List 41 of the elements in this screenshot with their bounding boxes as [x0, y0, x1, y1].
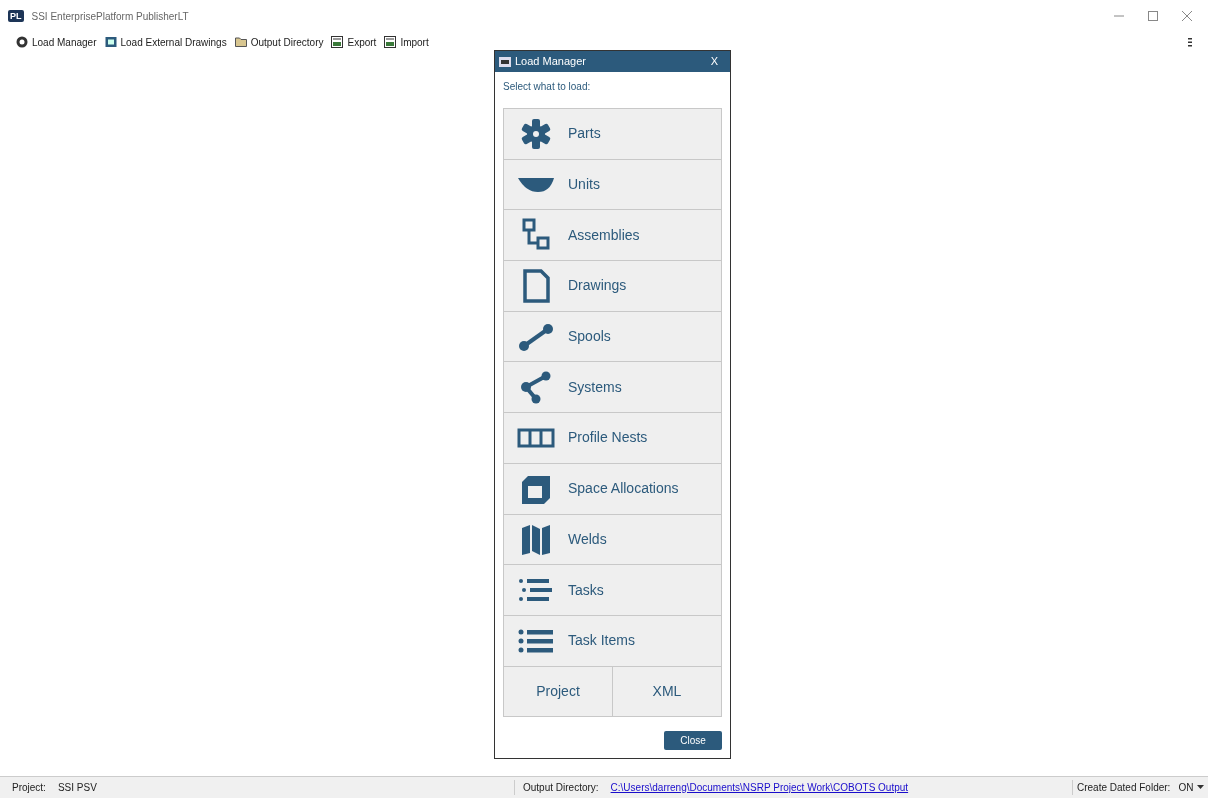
dialog-close-button[interactable]: X: [710, 53, 726, 70]
window-icon: [499, 56, 511, 67]
dialog-title: Load Manager: [515, 54, 586, 70]
close-icon[interactable]: [1182, 11, 1192, 21]
load-option-button[interactable]: Tasks: [504, 565, 721, 615]
toolbar-button[interactable]: Load External Drawings: [104, 34, 227, 50]
load-option-button[interactable]: Units: [504, 159, 721, 210]
status-label: Project:: [12, 781, 46, 795]
caret-icon: [1197, 785, 1205, 790]
menu-icon[interactable]: [1188, 37, 1192, 47]
folder-icon: [234, 36, 247, 48]
load-option-button[interactable]: Systems: [504, 362, 721, 413]
status-label: Output Directory:: [523, 781, 599, 795]
app-logo: PL: [8, 10, 24, 22]
circle-icon: [16, 36, 28, 48]
load-option-button[interactable]: Assemblies: [504, 210, 721, 261]
toolbar-button[interactable]: Load Manager: [16, 34, 97, 50]
toolbar-button[interactable]: Export: [331, 34, 377, 50]
status-value: SSI PSV: [57, 781, 97, 795]
image-icon: [104, 36, 117, 48]
load-option-button[interactable]: Space Allocations: [504, 463, 721, 514]
load-option-button[interactable]: Spools: [504, 311, 721, 362]
toolbar-button[interactable]: Import: [384, 34, 429, 50]
spreadsheet-icon: [384, 36, 397, 48]
load-option-button[interactable]: Parts: [504, 109, 721, 159]
window-title: SSI EnterprisePlatform PublisherLT: [31, 9, 189, 24]
load-option-button[interactable]: Welds: [504, 514, 721, 565]
load-option-button[interactable]: Profile Nests: [504, 413, 721, 463]
load-option-button[interactable]: Task Items: [504, 615, 721, 666]
status-label: Create Dated Folder:: [1077, 781, 1171, 795]
maximize-icon[interactable]: [1148, 11, 1158, 21]
dialog-prompt: Select what to load:: [502, 80, 592, 94]
load-option-button[interactable]: Project: [504, 666, 612, 717]
spreadsheet-icon: [331, 36, 344, 48]
load-option-button[interactable]: Drawings: [504, 261, 721, 311]
close-button[interactable]: Close: [664, 731, 722, 750]
load-option-button[interactable]: XML: [613, 666, 721, 717]
bowl-icon: [516, 176, 556, 193]
dated-folder-dropdown[interactable]: ON: [1178, 780, 1205, 795]
toolbar-button[interactable]: Output Directory: [234, 34, 324, 50]
output-path-link[interactable]: C:\Users\darreng\Documents\NSRP Project Work\COBOTS Output: [610, 780, 909, 795]
